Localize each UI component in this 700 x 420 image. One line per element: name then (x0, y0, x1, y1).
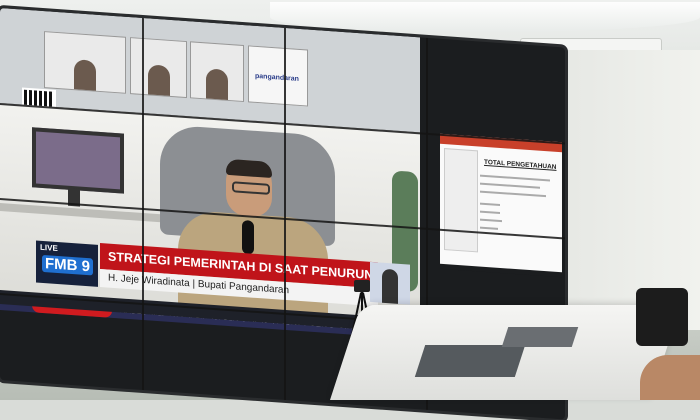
bezel-line (142, 17, 144, 391)
document-panel: TOTAL PENGETAHUAN (440, 133, 562, 273)
participant-tile (190, 41, 244, 103)
document-thumbnails (444, 148, 478, 253)
background-monitor (32, 127, 124, 194)
document-line (480, 202, 500, 206)
document-line (480, 182, 540, 189)
microphone-icon (242, 219, 254, 255)
document-line (480, 226, 498, 230)
ceiling-light (270, 2, 700, 32)
office-chair (636, 288, 688, 346)
participant-tile (130, 37, 187, 99)
participant-figure (147, 64, 170, 96)
document-title: TOTAL PENGETAHUAN (484, 158, 557, 171)
station-logo: FMB 9 (42, 254, 93, 276)
document-line (480, 190, 546, 198)
bezel-line (284, 27, 286, 400)
document-line (480, 210, 500, 214)
console-display (501, 327, 579, 347)
camera-icon (354, 280, 370, 292)
live-label: LIVE (40, 242, 58, 254)
sign-language-inset (370, 261, 410, 305)
logo-text: pangandaran (255, 72, 299, 83)
document-line (480, 174, 550, 182)
interpreter-figure (382, 268, 398, 304)
console-display (414, 345, 526, 377)
participant-tile (44, 31, 126, 94)
document-line (480, 218, 502, 223)
live-badge: LIVE FMB 9 (36, 240, 98, 287)
scene: { "broadcast": { "headline": "STRATEGI P… (0, 0, 700, 420)
foreground-hand (640, 355, 700, 400)
speaker-hair (226, 158, 272, 179)
logo-tile: pangandaran (248, 45, 308, 107)
participant-figure (74, 59, 96, 91)
participant-figure (206, 68, 228, 100)
